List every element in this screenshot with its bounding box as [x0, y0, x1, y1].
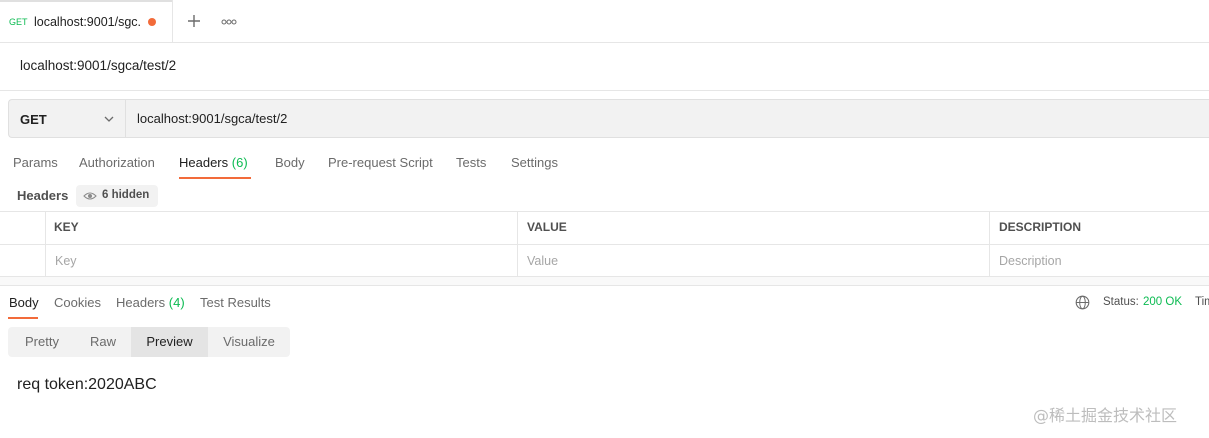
tab-authorization[interactable]: Authorization [79, 155, 155, 170]
tab-method: GET [9, 17, 28, 27]
url-bar: GET [8, 99, 1209, 138]
tab-settings[interactable]: Settings [511, 155, 558, 170]
hidden-headers-count: 6 hidden [102, 189, 150, 201]
request-tab[interactable]: GET localhost:9001/sgc... [0, 0, 173, 42]
table-top-border [0, 211, 1209, 212]
header-description-input[interactable] [999, 245, 1199, 276]
table-col-divider [989, 211, 990, 277]
table-col-divider [45, 211, 46, 277]
format-preview[interactable]: Preview [131, 327, 208, 357]
table-col-divider [517, 211, 518, 277]
time-label: Tim [1195, 296, 1209, 308]
response-pane-divider[interactable] [0, 277, 1209, 286]
tab-top-border [0, 0, 172, 2]
new-tab-plus-icon[interactable] [184, 11, 204, 31]
format-pretty[interactable]: Pretty [8, 327, 76, 357]
watermark: @稀土掘金技术社区 [1033, 406, 1178, 425]
eye-icon [83, 190, 97, 202]
response-format-group: Pretty Raw Preview Visualize [8, 327, 290, 357]
column-header-description: DESCRIPTION [999, 220, 1082, 234]
hidden-headers-toggle[interactable]: 6 hidden [76, 185, 158, 207]
method-value: GET [20, 112, 47, 127]
headers-count: (6) [231, 155, 248, 170]
response-headers-count: (4) [168, 295, 185, 310]
active-tab-underline [179, 177, 251, 179]
tab-strip [0, 0, 1209, 43]
response-tab-test-results[interactable]: Test Results [200, 295, 271, 310]
format-visualize[interactable]: Visualize [208, 327, 290, 357]
response-tab-body[interactable]: Body [9, 295, 39, 310]
headers-section-label: Headers [17, 188, 69, 203]
unsaved-dot-icon [148, 18, 156, 26]
column-header-value: VALUE [527, 220, 567, 234]
response-tab-headers[interactable]: Headers (4) [116, 295, 185, 310]
tab-params[interactable]: Params [13, 155, 58, 170]
format-raw[interactable]: Raw [76, 327, 130, 357]
header-key-input[interactable] [55, 245, 505, 276]
header-divider [0, 90, 1209, 91]
status-value[interactable]: 200 OK [1143, 296, 1182, 308]
response-body-text: req token:2020ABC [17, 376, 157, 393]
tab-title: localhost:9001/sgc... [34, 15, 142, 29]
active-response-tab-underline [8, 317, 38, 319]
request-name: localhost:9001/sgca/test/2 [20, 58, 177, 73]
header-value-input[interactable] [527, 245, 977, 276]
url-input[interactable] [126, 100, 1206, 137]
chevron-down-icon [103, 113, 115, 125]
column-header-key: KEY [54, 220, 79, 234]
method-select[interactable]: GET [9, 100, 126, 137]
tab-tests[interactable]: Tests [456, 155, 486, 170]
tab-body[interactable]: Body [275, 155, 305, 170]
tab-headers[interactable]: Headers (6) [179, 155, 248, 170]
globe-icon[interactable] [1075, 295, 1090, 310]
more-options-icon[interactable] [219, 12, 239, 32]
status-label: Status: [1103, 296, 1139, 308]
tab-pre-request-script[interactable]: Pre-request Script [328, 155, 433, 170]
response-tab-cookies[interactable]: Cookies [54, 295, 101, 310]
